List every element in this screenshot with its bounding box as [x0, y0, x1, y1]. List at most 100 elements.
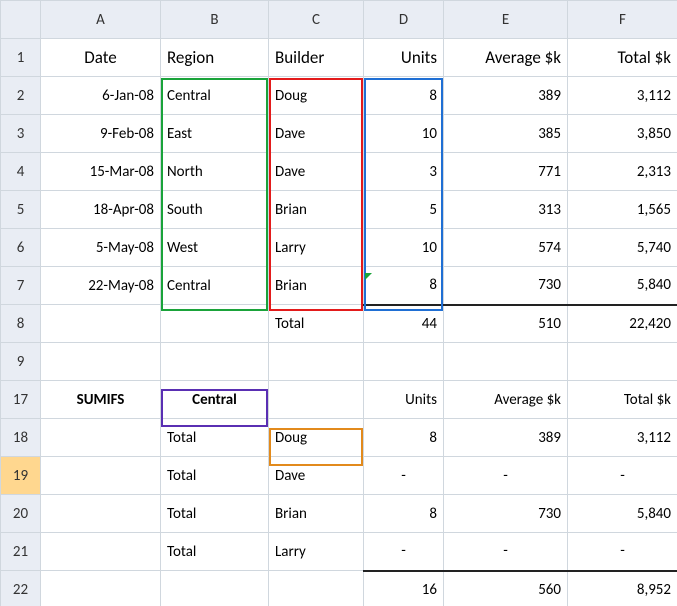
col-header-B[interactable]: B: [161, 1, 269, 39]
select-all-corner[interactable]: [1, 1, 41, 39]
cell-A8[interactable]: [41, 305, 161, 343]
cell-C2[interactable]: Doug: [269, 77, 364, 115]
cell-F22[interactable]: 8,952: [568, 571, 677, 606]
cell-E7[interactable]: 730: [444, 267, 568, 305]
row-9[interactable]: 9: [1, 343, 677, 381]
cell-E8[interactable]: 510: [444, 305, 568, 343]
cell-A17[interactable]: SUMIFS: [41, 381, 161, 419]
row-18[interactable]: 18 Total Doug 8 389 3,112: [1, 419, 677, 457]
cell-C17[interactable]: [269, 381, 364, 419]
cell-C20[interactable]: Brian: [269, 495, 364, 533]
cell-E5[interactable]: 313: [444, 191, 568, 229]
cell-C18[interactable]: Doug: [269, 419, 364, 457]
cell-B3[interactable]: East: [161, 115, 269, 153]
row-header-4[interactable]: 4: [1, 153, 41, 191]
row-2[interactable]: 2 6-Jan-08 Central Doug 8 389 3,112: [1, 77, 677, 115]
cell-A18[interactable]: [41, 419, 161, 457]
col-header-F[interactable]: F: [568, 1, 677, 39]
cell-F1[interactable]: Total $k: [568, 39, 677, 77]
cell-C5[interactable]: Brian: [269, 191, 364, 229]
row-header-17[interactable]: 17: [1, 381, 41, 419]
row-header-20[interactable]: 20: [1, 495, 41, 533]
cell-B17[interactable]: Central: [161, 381, 269, 419]
cell-D9[interactable]: [364, 343, 444, 381]
spreadsheet[interactable]: A B C D E F 1 Date Region Builder Units …: [0, 0, 677, 606]
row-17[interactable]: 17 SUMIFS Central Units Average $k Total…: [1, 381, 677, 419]
cell-B20[interactable]: Total: [161, 495, 269, 533]
cell-F17[interactable]: Total $k: [568, 381, 677, 419]
cell-D19[interactable]: -: [364, 457, 444, 495]
cell-D21[interactable]: -: [364, 533, 444, 571]
cell-E18[interactable]: 389: [444, 419, 568, 457]
cell-A4[interactable]: 15-Mar-08: [41, 153, 161, 191]
row-header-3[interactable]: 3: [1, 115, 41, 153]
cell-D3[interactable]: 10: [364, 115, 444, 153]
cell-D18[interactable]: 8: [364, 419, 444, 457]
cell-A2[interactable]: 6-Jan-08: [41, 77, 161, 115]
cell-E6[interactable]: 574: [444, 229, 568, 267]
cell-A1[interactable]: Date: [41, 39, 161, 77]
cell-B6[interactable]: West: [161, 229, 269, 267]
cell-E2[interactable]: 389: [444, 77, 568, 115]
row-21[interactable]: 21 Total Larry - - -: [1, 533, 677, 571]
cell-F6[interactable]: 5,740: [568, 229, 677, 267]
col-header-C[interactable]: C: [269, 1, 364, 39]
cell-B2[interactable]: Central: [161, 77, 269, 115]
col-header-D[interactable]: D: [364, 1, 444, 39]
cell-A6[interactable]: 5-May-08: [41, 229, 161, 267]
cell-A20[interactable]: [41, 495, 161, 533]
cell-F18[interactable]: 3,112: [568, 419, 677, 457]
cell-F19[interactable]: -: [568, 457, 677, 495]
cell-E21[interactable]: -: [444, 533, 568, 571]
row-header-1[interactable]: 1: [1, 39, 41, 77]
row-header-19[interactable]: 19: [1, 457, 41, 495]
cell-B18[interactable]: Total: [161, 419, 269, 457]
row-7[interactable]: 7 22-May-08 Central Brian 8 730 5,840: [1, 267, 677, 305]
cell-B1[interactable]: Region: [161, 39, 269, 77]
cell-C7[interactable]: Brian: [269, 267, 364, 305]
cell-F20[interactable]: 5,840: [568, 495, 677, 533]
cell-D17[interactable]: Units: [364, 381, 444, 419]
row-5[interactable]: 5 18-Apr-08 South Brian 5 313 1,565: [1, 191, 677, 229]
row-22[interactable]: 22 16 560 8,952: [1, 571, 677, 606]
cell-E4[interactable]: 771: [444, 153, 568, 191]
cell-B4[interactable]: North: [161, 153, 269, 191]
cell-D22[interactable]: 16: [364, 571, 444, 606]
cell-F5[interactable]: 1,565: [568, 191, 677, 229]
row-header-21[interactable]: 21: [1, 533, 41, 571]
cell-C4[interactable]: Dave: [269, 153, 364, 191]
cell-C19[interactable]: Dave: [269, 457, 364, 495]
row-1[interactable]: 1 Date Region Builder Units Average $k T…: [1, 39, 677, 77]
cell-F7[interactable]: 5,840: [568, 267, 677, 305]
col-header-A[interactable]: A: [41, 1, 161, 39]
cell-D6[interactable]: 10: [364, 229, 444, 267]
cell-C9[interactable]: [269, 343, 364, 381]
cell-C8[interactable]: Total: [269, 305, 364, 343]
cell-E9[interactable]: [444, 343, 568, 381]
cell-F3[interactable]: 3,850: [568, 115, 677, 153]
cell-F9[interactable]: [568, 343, 677, 381]
cell-A21[interactable]: [41, 533, 161, 571]
cell-B19[interactable]: Total: [161, 457, 269, 495]
cell-C1[interactable]: Builder: [269, 39, 364, 77]
cell-F8[interactable]: 22,420: [568, 305, 677, 343]
cell-F2[interactable]: 3,112: [568, 77, 677, 115]
cell-C6[interactable]: Larry: [269, 229, 364, 267]
row-header-8[interactable]: 8: [1, 305, 41, 343]
row-header-6[interactable]: 6: [1, 229, 41, 267]
cell-D20[interactable]: 8: [364, 495, 444, 533]
cell-B5[interactable]: South: [161, 191, 269, 229]
col-header-E[interactable]: E: [444, 1, 568, 39]
cell-D5[interactable]: 5: [364, 191, 444, 229]
cell-E19[interactable]: -: [444, 457, 568, 495]
cell-A19[interactable]: [41, 457, 161, 495]
cell-E3[interactable]: 385: [444, 115, 568, 153]
cell-B22[interactable]: [161, 571, 269, 606]
row-header-2[interactable]: 2: [1, 77, 41, 115]
cell-B8[interactable]: [161, 305, 269, 343]
row-20[interactable]: 20 Total Brian 8 730 5,840: [1, 495, 677, 533]
cell-F21[interactable]: -: [568, 533, 677, 571]
row-6[interactable]: 6 5-May-08 West Larry 10 574 5,740: [1, 229, 677, 267]
cell-D7[interactable]: 8: [364, 267, 444, 305]
cell-E1[interactable]: Average $k: [444, 39, 568, 77]
